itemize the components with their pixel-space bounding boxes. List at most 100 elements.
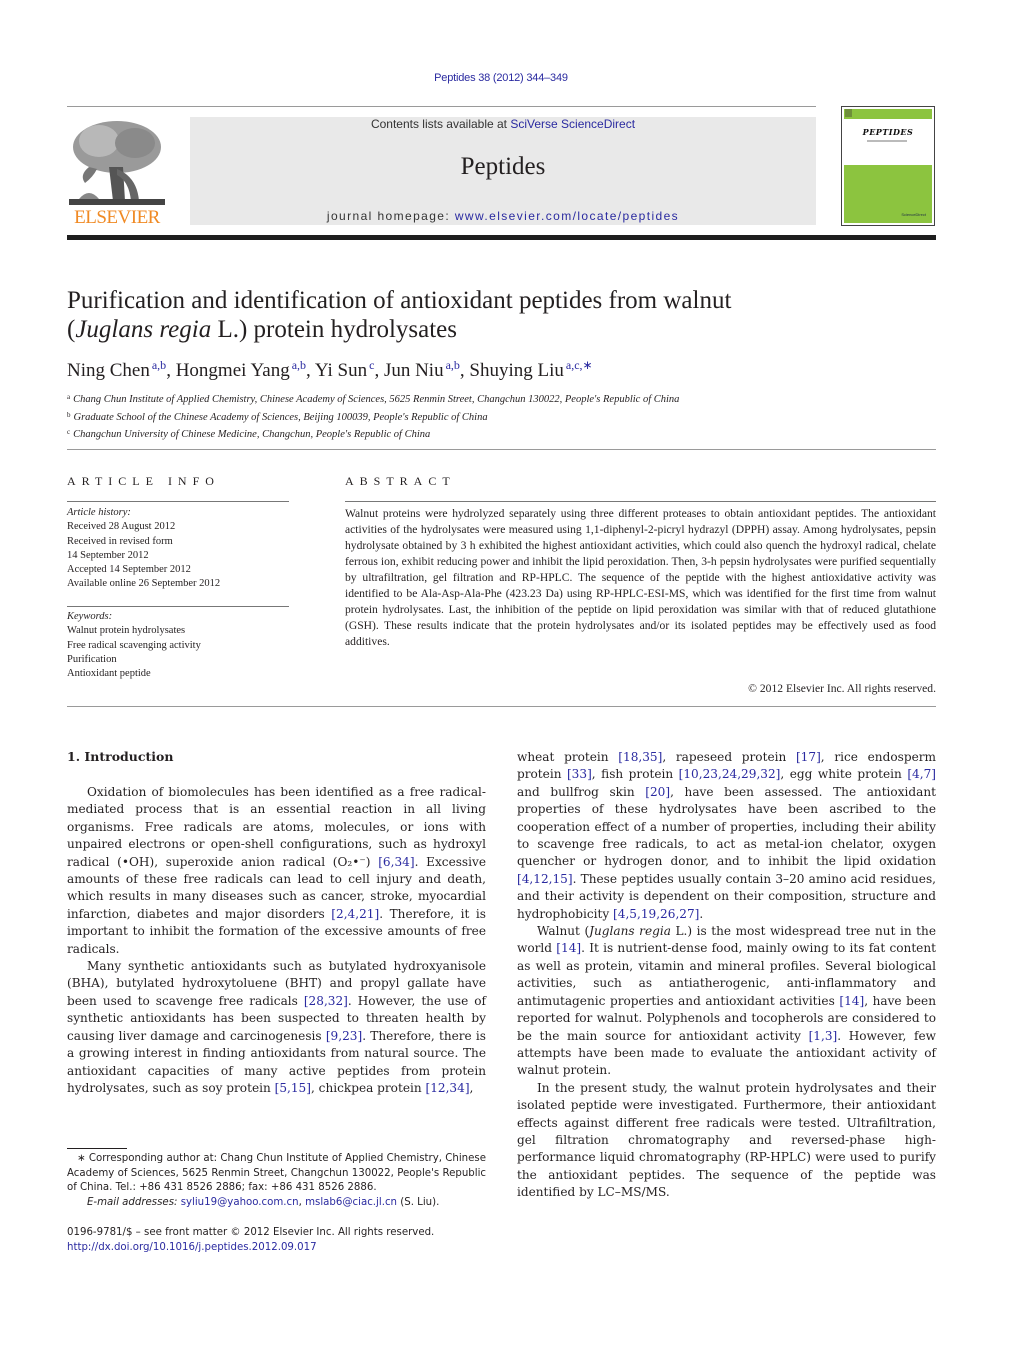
keyword: Purification [67,653,117,665]
author-list: Ning Chen a,b, Hongmei Yang a,b, Yi Sun c, … [67,358,937,382]
divider [67,449,936,450]
journal-cover-thumbnail[interactable]: PEPTIDES ScienceDirect [841,106,935,226]
citation-link[interactable]: [18,35] [618,750,662,764]
citation-link[interactable]: [2,4,21] [331,907,379,921]
divider [345,501,936,502]
elsevier-wordmark: ELSEVIER [74,207,160,228]
citation-link[interactable]: [9,23] [326,1029,362,1043]
citation-link[interactable]: [1,3] [809,1029,838,1043]
affiliation-text: Changchun University of Chinese Medicine… [73,429,431,440]
text-run: . [699,906,704,921]
affiliation-mark: b [67,410,71,419]
body-column-right: wheat protein [18,35], rapeseed protein … [517,749,936,1202]
affiliations: a Chang Chun Institute of Applied Chemist… [67,390,937,443]
italic-text: Juglans regia [589,924,671,939]
sciencedirect-link[interactable]: SciVerse ScienceDirect [510,117,635,131]
citation-link[interactable]: [33] [567,767,592,781]
cover-title: PEPTIDES [862,127,914,137]
author-separator: , [459,360,470,381]
cover-sciencedirect-label: ScienceDirect [901,212,926,217]
citation-link[interactable]: [17] [796,750,821,764]
text-run: , chickpea protein [310,1080,426,1095]
affiliation: b Graduate School of the Chinese Academy … [67,408,937,426]
front-matter-text: 0196-9781/$ – see front matter © 2012 El… [67,1227,435,1238]
citation-link[interactable]: [20] [645,785,670,799]
email-link-2[interactable]: mslab6@ciac.jl.cn [305,1197,397,1208]
citation-link[interactable]: [28,32] [304,994,348,1008]
email-link-1[interactable]: syliu19@yahoo.com.cn [181,1197,299,1208]
author-separator: , [306,360,315,381]
citation-link[interactable]: [10,23,24,29,32] [679,767,781,781]
citation-link[interactable]: [14] [556,941,581,955]
contents-prefix: Contents lists available at [370,117,511,131]
history-item: Available online 26 September 2012 [67,578,221,590]
citation-link[interactable]: [6,34] [378,855,414,869]
author[interactable]: Ning Chen a,b [67,358,166,381]
article-info-heading: ARTICLE INFO [67,474,220,488]
footnote-star: ∗ [77,1153,86,1164]
affiliation: c Changchun University of Chinese Medicin… [67,425,937,443]
homepage-link[interactable]: www.elsevier.com/locate/peptides [455,209,679,223]
keyword: Antioxidant peptide [67,668,151,680]
author[interactable]: Jun Niu a,b [384,358,460,381]
article-history: Article history: Received 28 August 2012… [67,506,289,592]
contents-line: Contents lists available at SciVerse Sci… [190,117,816,131]
corresponding-author-footnote: ∗ Corresponding author at: Chang Chun In… [67,1152,486,1210]
citation-link[interactable]: [14] [839,994,864,1008]
doi-link[interactable]: http://dx.doi.org/10.1016/j.peptides.201… [67,1241,486,1256]
title-rest: L.) protein hydrolysates [211,316,457,343]
affiliation-text: Chang Chun Institute of Applied Chemistr… [73,394,680,405]
divider [67,606,289,607]
journal-title: Peptides [460,153,546,180]
affiliation-marker[interactable]: a,b [446,358,460,372]
text-run: . These peptides usually contain 3–20 am… [517,871,936,921]
copyright-notice: © 2012 Elsevier Inc. All rights reserved… [748,682,936,695]
elsevier-logo[interactable]: ELSEVIER [67,117,167,228]
header-thick-divider [67,235,936,240]
homepage-line: journal homepage: www.elsevier.com/locat… [190,209,816,223]
cover-subtitle-bar [867,140,907,142]
text-run: , [469,1080,474,1095]
text-run: Walnut ( [537,924,590,939]
body-paragraph: In the present study, the walnut protein… [517,1080,936,1202]
citation-link[interactable]: [12,34] [425,1081,469,1095]
keyword: Free radical scavenging activity [67,639,201,651]
email-line: E-mail addresses: syliu19@yahoo.com.cn, … [67,1196,486,1211]
email-suffix: (S. Liu). [397,1196,440,1208]
body-column-left: Oxidation of biomolecules has been ident… [67,784,486,1097]
author[interactable]: Hongmei Yang a,b [176,358,306,381]
author-separator: , [374,360,384,381]
history-list: Received 28 August 2012 Received in revis… [67,520,289,591]
title-line-2: (Juglans regia L.) protein hydrolysates [67,315,937,344]
abstract-heading: ABSTRACT [345,474,456,488]
body-paragraph: Many synthetic antioxidants such as buty… [67,958,486,1097]
species-name: Juglans regia [75,316,212,343]
history-item: Received 28 August 2012 [67,521,176,533]
author[interactable]: Shuying Liu a,c,∗ [469,358,593,381]
citation-link[interactable]: [4,5,19,26,27] [613,907,699,921]
history-item: 14 September 2012 [67,549,149,561]
affiliation-mark: c [67,428,71,436]
journal-citation-link[interactable]: Peptides 38 (2012) 344–349 [0,72,1002,84]
text-run: , rapeseed protein [662,750,796,764]
text-run: and bullfrog skin [517,784,646,799]
footnote-rule [67,1148,127,1149]
abstract-text: Walnut proteins were hydrolyzed separate… [345,507,936,648]
author[interactable]: Yi Sun c [315,358,375,381]
affiliation-mark: a [67,393,71,401]
citation-link[interactable]: [5,15] [275,1081,311,1095]
text-run: , fish protein [591,767,679,782]
keyword: Walnut protein hydrolysates [67,625,186,637]
body-paragraph: wheat protein [18,35], rapeseed protein … [517,749,936,923]
elsevier-tree-icon [69,117,165,209]
citation-link[interactable]: [4,12,15] [517,872,573,886]
email-label: E-mail addresses: [87,1196,178,1208]
article-title: Purification and identification of antio… [67,286,937,344]
affiliation-marker[interactable]: a,b [292,358,306,372]
affiliation-marker[interactable]: a,c,∗ [566,358,593,372]
affiliation-marker[interactable]: a,b [152,358,166,372]
citation-link[interactable]: [4,7] [907,767,936,781]
affiliation: a Chang Chun Institute of Applied Chemist… [67,390,937,408]
text-run: , egg white protein [780,767,908,782]
text-run: In the present study, the walnut protein… [517,1080,936,1200]
